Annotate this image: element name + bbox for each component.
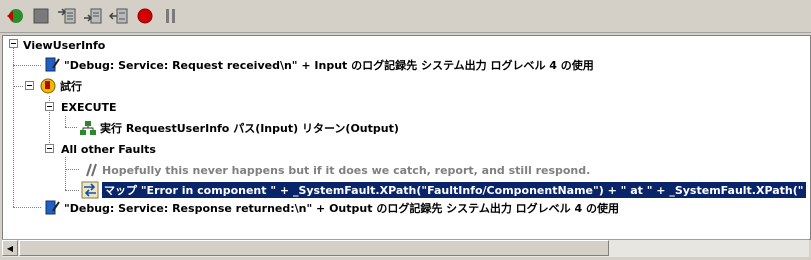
node-label: ViewUserInfo [23, 38, 106, 52]
log-icon [43, 56, 61, 74]
collapse-toggle[interactable] [45, 144, 54, 153]
tree-connector [13, 65, 41, 66]
collapse-toggle[interactable] [25, 81, 34, 90]
tree-connector [13, 48, 14, 207]
node-label: "Debug: Service: Request received\n" + I… [64, 59, 594, 72]
flow-tree: ViewUserInfo "Debug: Service: Request re… [2, 35, 811, 240]
try-icon [39, 77, 57, 95]
tree-connector [65, 169, 79, 170]
tree-connector [65, 127, 77, 128]
toolbar [0, 0, 811, 33]
node-label: 試行 [60, 80, 82, 93]
breakpoint-icon[interactable] [134, 5, 156, 27]
tree-node-map[interactable]: マップ "Error in component " + _SystemFault… [81, 181, 806, 199]
tree-connector [65, 157, 66, 190]
map-icon [81, 181, 99, 199]
node-label: 実行 RequestUserInfo パス(Input) リターン(Output… [100, 122, 399, 135]
tree-node-all-faults[interactable]: All other Faults [61, 140, 156, 158]
step-into-icon[interactable] [56, 5, 78, 27]
collapse-toggle[interactable] [45, 102, 54, 111]
node-label: EXECUTE [61, 100, 117, 114]
stop-icon[interactable] [30, 5, 52, 27]
tree-node-execute[interactable]: EXECUTE [61, 98, 117, 116]
collapse-toggle[interactable] [9, 39, 18, 48]
tree-node-root[interactable]: ViewUserInfo [23, 36, 105, 54]
node-label: マップ "Error in component " + _SystemFault… [102, 182, 806, 198]
invoke-service-icon [79, 119, 97, 137]
tree-node-comment[interactable]: Hopefully this never happens but if it d… [81, 161, 590, 179]
step-over-icon[interactable] [82, 5, 104, 27]
tree-node-invoke[interactable]: 実行 RequestUserInfo パス(Input) リターン(Output… [79, 119, 399, 137]
node-label: All other Faults [61, 142, 156, 156]
scroll-thumb[interactable] [19, 240, 609, 256]
log-icon [43, 199, 61, 217]
tree-connector [13, 86, 23, 87]
node-label: "Debug: Service: Response returned:\n" +… [64, 202, 619, 215]
step-out-icon[interactable] [108, 5, 130, 27]
run-icon[interactable] [4, 5, 26, 27]
tree-node-try[interactable]: 試行 [39, 77, 82, 95]
tree-connector [13, 207, 41, 208]
tree-node-log[interactable]: "Debug: Service: Response returned:\n" +… [43, 199, 619, 217]
horizontal-scrollbar[interactable]: ◀ [2, 239, 809, 257]
scroll-left-icon[interactable]: ◀ [2, 240, 18, 256]
tree-connector [65, 116, 66, 127]
comment-icon [81, 161, 99, 179]
node-label: Hopefully this never happens but if it d… [102, 163, 591, 177]
tree-node-log[interactable]: "Debug: Service: Request received\n" + I… [43, 56, 594, 74]
tree-connector [65, 190, 79, 191]
pause-icon[interactable] [160, 5, 182, 27]
